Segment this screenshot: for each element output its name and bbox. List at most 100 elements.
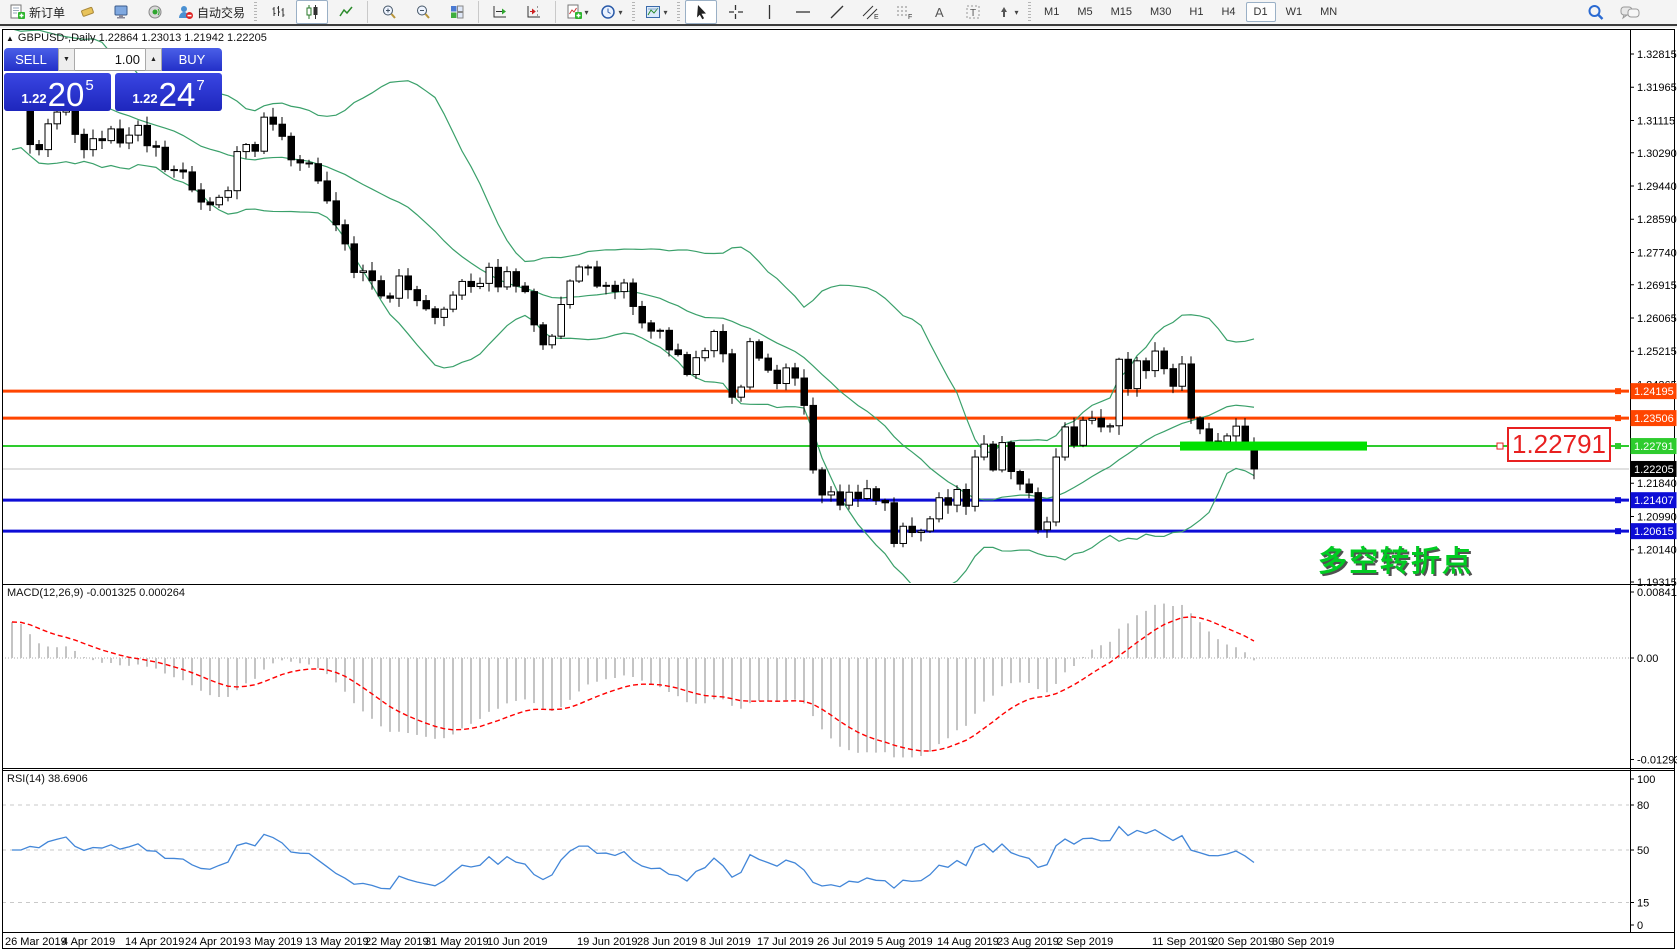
svg-text:14 Apr 2019: 14 Apr 2019 [125,936,184,948]
chart-profile-button[interactable]: ▾ [640,0,672,24]
one-click-trade-panel: SELL ▼ 1.00 ▲ BUY 1.22 20 5 1.22 24 7 [4,48,222,111]
toolbar-grip [254,2,257,22]
line-anchor[interactable] [1615,497,1621,503]
symbol-header: ▲ GBPUSD-,Daily 1.22864 1.23013 1.21942 … [6,32,267,44]
timeframe-toolbar: M1M5M15M30H1H4D1W1MN [1035,2,1346,22]
svg-text:1.23506: 1.23506 [1634,413,1674,425]
new-order-button[interactable]: 新订单 [5,0,69,24]
text-label-button[interactable]: T [957,0,989,24]
vertical-line-icon [763,4,776,20]
candlestick-chart-button[interactable] [296,0,328,24]
svg-text:1.22205: 1.22205 [1634,464,1674,476]
zoom-out-button[interactable] [407,0,439,24]
monitor-button[interactable] [105,0,137,24]
line-chart-button[interactable] [330,0,362,24]
svg-text:4 Apr 2019: 4 Apr 2019 [62,936,115,948]
trade-panel-toggle-icon[interactable]: ▲ [6,34,14,43]
timeframe-m5[interactable]: M5 [1069,2,1100,22]
svg-text:13 May 2019: 13 May 2019 [305,936,369,948]
cursor-button[interactable] [685,0,717,24]
timeframe-h4[interactable]: H4 [1213,2,1243,22]
timeframe-d1[interactable]: D1 [1246,2,1276,22]
new-order-icon [9,4,26,20]
trendline-button[interactable] [821,0,853,24]
svg-text:11 Sep 2019: 11 Sep 2019 [1152,936,1214,948]
line-anchor[interactable] [1615,415,1621,421]
crosshair-button[interactable] [719,0,751,24]
volume-increase-button[interactable]: ▲ [145,48,162,71]
buy-price-button[interactable]: 1.22 24 7 [115,73,222,111]
eraser-button[interactable] [71,0,103,24]
chat-icon [1620,4,1640,21]
buy-button[interactable]: BUY [162,48,222,71]
svg-text:17 Jul 2019: 17 Jul 2019 [757,936,814,948]
zoom-out-icon [415,4,432,20]
horizontal-line-icon [795,4,812,20]
signal-button[interactable] [139,0,171,24]
timeframe-w1[interactable]: W1 [1278,2,1311,22]
autotrade-icon [177,4,194,20]
toolbar-grip [1028,2,1031,22]
toolbar-separator [367,1,368,23]
toolbar-right-icons [1579,0,1647,24]
svg-text:E: E [874,14,879,20]
channel-button[interactable]: E [855,0,887,24]
line-anchor[interactable] [1615,528,1621,534]
chart-profile-icon [645,4,662,20]
volume-input[interactable]: 1.00 [75,48,145,71]
svg-text:1.30290: 1.30290 [1637,148,1677,160]
volume-decrease-button[interactable]: ▼ [58,48,75,71]
timeframe-m30[interactable]: M30 [1142,2,1179,22]
timeframe-h1[interactable]: H1 [1181,2,1211,22]
channel-icon: E [862,4,880,20]
fibonacci-icon: F [896,4,914,20]
timeframe-m1[interactable]: M1 [1036,2,1067,22]
autotrade-button[interactable]: 自动交易 [173,0,249,24]
buy-price-head: 1.22 [132,91,157,106]
eraser-icon [79,4,96,20]
timeframe-m15[interactable]: M15 [1103,2,1140,22]
search-icon [1587,4,1605,21]
fibonacci-button[interactable]: F [889,0,921,24]
indicators-button[interactable]: ▾ [561,0,593,24]
zoom-in-icon [381,4,398,20]
svg-text:22 May 2019: 22 May 2019 [365,936,429,948]
clock-icon [600,4,617,20]
sell-price-button[interactable]: 1.22 20 5 [4,73,111,111]
auto-scroll-button[interactable] [484,0,516,24]
callout-anchor[interactable] [1497,443,1503,449]
periods-button[interactable]: ▾ [595,0,627,24]
monitor-icon [113,4,130,20]
text-button[interactable]: A [923,0,955,24]
bar-chart-button[interactable] [262,0,294,24]
highlight-segment[interactable] [1180,442,1367,451]
search-button[interactable] [1580,0,1612,24]
indicators-icon [566,4,583,20]
sell-button[interactable]: SELL [4,48,58,71]
line-anchor[interactable] [1615,388,1621,394]
svg-text:1.24195: 1.24195 [1634,386,1674,398]
sell-price-big: 20 [48,81,85,108]
chart-shift-button[interactable] [518,0,550,24]
svg-text:1.25215: 1.25215 [1637,346,1677,358]
sell-price-head: 1.22 [21,91,46,106]
price-callout-label[interactable]: 1.22791 [1507,427,1611,462]
chat-button[interactable] [1614,0,1646,24]
text-icon: A [932,4,947,20]
toolbar-grip [677,2,680,22]
zoom-in-button[interactable] [373,0,405,24]
line-anchor[interactable] [1615,443,1621,449]
tile-windows-button[interactable] [441,0,473,24]
bar-chart-icon [270,4,287,20]
svg-text:1.26915: 1.26915 [1637,280,1677,292]
arrows-icon [996,4,1013,20]
dropdown-caret-icon: ▾ [664,8,668,17]
vertical-line-button[interactable] [753,0,785,24]
svg-text:3 May 2019: 3 May 2019 [245,936,302,948]
horizontal-line-button[interactable] [787,0,819,24]
timeframe-mn[interactable]: MN [1312,2,1345,22]
svg-text:2 Sep 2019: 2 Sep 2019 [1057,936,1113,948]
chart-area[interactable]: 1.328151.319651.311151.302901.294401.285… [0,28,1677,951]
svg-text:15: 15 [1637,898,1649,910]
arrows-button[interactable]: ▾ [991,0,1023,24]
